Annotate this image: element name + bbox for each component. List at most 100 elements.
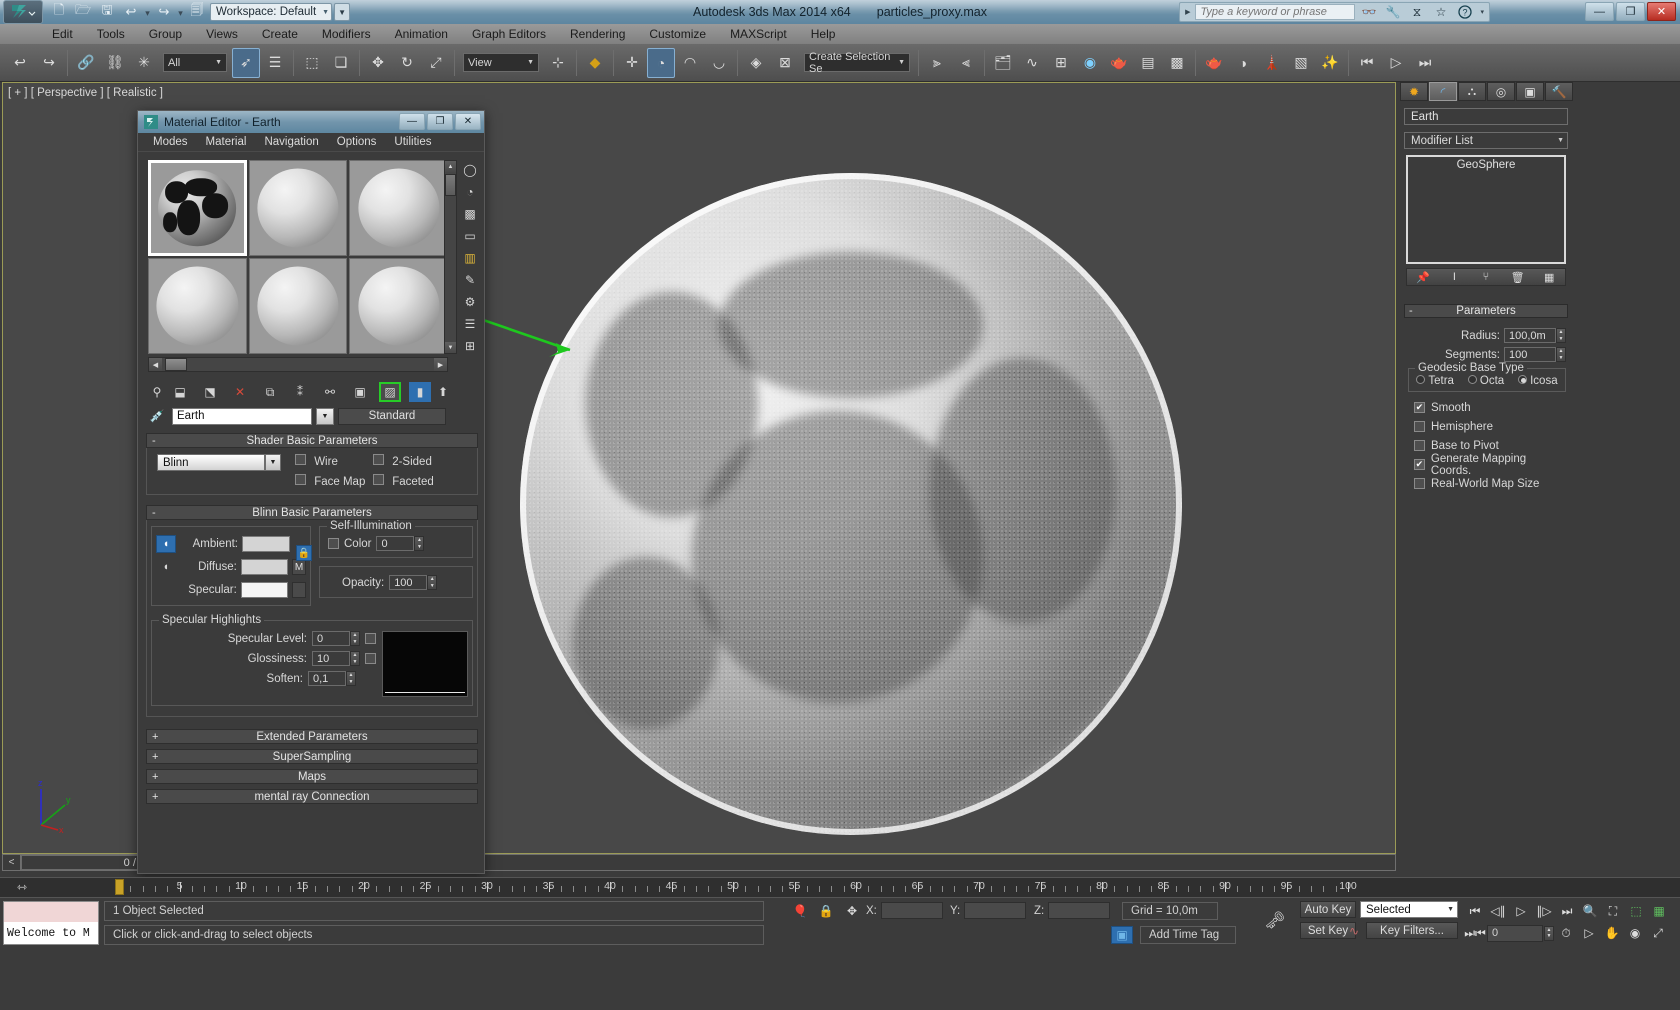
menu-rendering[interactable]: Rendering bbox=[558, 24, 637, 44]
key-filters-curve-icon[interactable]: ∿ bbox=[1345, 922, 1363, 940]
isolate-selection-icon[interactable]: 🎈 bbox=[790, 902, 810, 920]
align-icon[interactable]: ⫸ bbox=[923, 48, 951, 78]
search-input[interactable] bbox=[1195, 4, 1356, 20]
diffuse-color-swatch[interactable] bbox=[240, 559, 289, 575]
show-end-result-icon[interactable]: ▮ bbox=[409, 382, 431, 402]
smooth-checkbox-row[interactable]: ✔ Smooth bbox=[1404, 398, 1568, 417]
checkbox-icon[interactable] bbox=[1414, 440, 1425, 451]
self-illumination-spinner[interactable]: 0 ▲ ▼ bbox=[376, 536, 425, 551]
time-tag-icon[interactable]: ▣ bbox=[1111, 926, 1133, 944]
glossiness-map-checkbox[interactable] bbox=[365, 653, 376, 664]
expand-icon[interactable]: + bbox=[152, 731, 158, 743]
workspace-selector[interactable]: Workspace: Default ▼ bbox=[210, 3, 333, 21]
checkbox-icon-checked[interactable]: ✔ bbox=[1414, 459, 1425, 470]
undo-icon[interactable]: ↩ bbox=[6, 48, 34, 78]
goto-end-icon[interactable]: ⏭ bbox=[1556, 901, 1578, 921]
checkbox-icon[interactable] bbox=[295, 454, 306, 465]
scrollbar-thumb[interactable] bbox=[445, 174, 456, 196]
checkbox-icon[interactable] bbox=[1414, 478, 1425, 489]
spinner-snap-toggle-icon[interactable]: ◡ bbox=[705, 48, 733, 78]
align-normals-icon[interactable]: ⫷ bbox=[952, 48, 980, 78]
status-bar-area[interactable]: Welcome to M 1 Object Selected Click or … bbox=[0, 897, 1680, 1010]
render-to-texture-icon[interactable]: ▧ bbox=[1287, 48, 1315, 78]
parameters-rollout[interactable]: - Parameters Radius: 100,0m ▲ ▼ Segments:… bbox=[1404, 304, 1568, 514]
hierarchy-tab[interactable]: ⛬ bbox=[1458, 82, 1486, 101]
redo-dropdown-icon[interactable]: ▾ bbox=[177, 2, 184, 22]
create-tab[interactable]: ✹ bbox=[1400, 82, 1428, 101]
faceted-checkbox-row[interactable]: Faceted bbox=[373, 474, 459, 488]
maxscript-mini-listener[interactable]: Welcome to M bbox=[3, 901, 99, 945]
radius-row[interactable]: Radius: 100,0m ▲ ▼ bbox=[1404, 326, 1568, 345]
question-icon[interactable]: ? bbox=[1454, 3, 1475, 21]
field-of-view-icon[interactable]: ▷ bbox=[1578, 923, 1600, 943]
reset-map-material-icon[interactable]: ✕ bbox=[229, 382, 251, 402]
undo-icon[interactable]: ↩ bbox=[120, 2, 142, 22]
ambient-lock-icon[interactable]: ◖ bbox=[156, 535, 176, 553]
z-coordinate-group[interactable]: Z: bbox=[1034, 902, 1111, 919]
specular-level-value[interactable]: 0 bbox=[312, 631, 350, 646]
assign-material-to-selection-icon[interactable]: ⬔ bbox=[199, 382, 221, 402]
sample-type-icon[interactable]: ◯ bbox=[460, 160, 480, 180]
maxscript-prompt-text[interactable]: Welcome to M bbox=[4, 922, 98, 944]
wrench-icon[interactable]: 🔧 bbox=[1382, 3, 1403, 21]
show-end-result-icon[interactable]: I bbox=[1444, 270, 1464, 285]
parameters-rollout-header[interactable]: - Parameters bbox=[1404, 304, 1568, 318]
minimize-button[interactable]: — bbox=[1585, 2, 1614, 21]
self-illumination-color-checkbox[interactable] bbox=[328, 538, 339, 549]
material-editor-icon[interactable]: ◉ bbox=[1076, 48, 1104, 78]
radius-value[interactable]: 100,0m bbox=[1504, 328, 1556, 343]
menu-help[interactable]: Help bbox=[799, 24, 848, 44]
goto-start-icon[interactable]: ⏮ bbox=[1353, 48, 1381, 78]
y-coordinate-group[interactable]: Y: bbox=[950, 902, 1027, 919]
next-frame-icon[interactable]: ∥▷ bbox=[1533, 901, 1555, 921]
previous-frame-icon[interactable]: ◁∥ bbox=[1487, 901, 1509, 921]
ambient-color-swatch[interactable] bbox=[242, 536, 290, 552]
search-area[interactable]: ▶ 👓 🔧 ⧖ ☆ ? ▾ bbox=[1179, 2, 1490, 22]
auto-key-button[interactable]: Auto Key bbox=[1300, 901, 1356, 918]
geodesic-tetra-option[interactable]: Tetra bbox=[1416, 375, 1454, 387]
render-setup-icon[interactable]: 🫖 bbox=[1105, 48, 1133, 78]
redo-icon[interactable]: ↪ bbox=[35, 48, 63, 78]
segments-spinner[interactable]: 100 ▲ ▼ bbox=[1504, 347, 1566, 362]
binoculars-icon[interactable]: 👓 bbox=[1358, 3, 1379, 21]
menu-customize[interactable]: Customize bbox=[637, 24, 718, 44]
me-menu-material[interactable]: Material bbox=[197, 136, 256, 148]
window-crossing-icon[interactable]: ❏ bbox=[327, 48, 355, 78]
reference-coordinate-dropdown[interactable]: View ▼ bbox=[463, 53, 539, 72]
modifier-stack[interactable]: GeoSphere bbox=[1406, 155, 1566, 264]
supersampling-rollout[interactable]: + SuperSampling bbox=[146, 749, 478, 764]
soften-spinner[interactable]: 0,1 ▲ ▼ bbox=[308, 671, 356, 686]
window-controls[interactable]: — ❐ ✕ bbox=[1585, 2, 1676, 21]
sample-uv-tiling-icon[interactable]: ▭ bbox=[460, 226, 480, 246]
restore-button[interactable]: ❐ bbox=[1616, 2, 1645, 21]
select-and-scale-icon[interactable]: ⤢ bbox=[422, 48, 450, 78]
scroll-down-icon[interactable]: ▼ bbox=[445, 342, 456, 353]
material-slot-5[interactable] bbox=[248, 258, 348, 354]
soften-spinner-buttons[interactable]: ▲ ▼ bbox=[346, 671, 356, 686]
curve-editor-icon[interactable]: ∿ bbox=[1018, 48, 1046, 78]
add-time-tag-button[interactable]: Add Time Tag bbox=[1140, 926, 1236, 944]
checkbox-icon[interactable] bbox=[373, 474, 384, 485]
specular-level-row[interactable]: Specular Level: 0 ▲ ▼ bbox=[156, 631, 382, 646]
project-folder-icon[interactable]: 🗐 bbox=[186, 2, 208, 22]
shader-basic-parameters-header[interactable]: - Shader Basic Parameters bbox=[146, 433, 478, 448]
me-menu-options[interactable]: Options bbox=[328, 136, 386, 148]
put-material-to-scene-icon[interactable]: ⬓ bbox=[169, 382, 191, 402]
go-to-parent-icon[interactable]: ⬆ bbox=[432, 382, 454, 402]
pin-stack-icon[interactable]: 📌 bbox=[1413, 270, 1433, 285]
x-coordinate-field[interactable] bbox=[880, 902, 943, 919]
goto-end-icon[interactable]: ⏭ bbox=[1411, 48, 1439, 78]
lock-selection-icon[interactable]: 🔒 bbox=[816, 902, 836, 920]
radius-spinner-buttons[interactable]: ▲ ▼ bbox=[1556, 328, 1566, 343]
radius-spinner[interactable]: 100,0m ▲ ▼ bbox=[1504, 328, 1566, 343]
expand-icon[interactable]: + bbox=[152, 751, 158, 763]
material-parameters-area[interactable]: - Shader Basic Parameters Blinn ▼ Wire 2… bbox=[146, 431, 478, 871]
collapse-icon[interactable]: - bbox=[1409, 305, 1413, 317]
material-editor-window[interactable]: Material Editor - Earth — ❐ ✕ Modes Mate… bbox=[137, 110, 485, 874]
glossiness-value[interactable]: 10 bbox=[312, 651, 350, 666]
two-sided-checkbox-row[interactable]: 2-Sided bbox=[373, 454, 459, 468]
utilities-tab[interactable]: 🔨 bbox=[1545, 82, 1573, 101]
render-iterative-icon[interactable]: ◑ bbox=[1229, 48, 1257, 78]
me-menu-navigation[interactable]: Navigation bbox=[255, 136, 327, 148]
goto-start-icon[interactable]: ⏮ bbox=[1464, 901, 1486, 921]
